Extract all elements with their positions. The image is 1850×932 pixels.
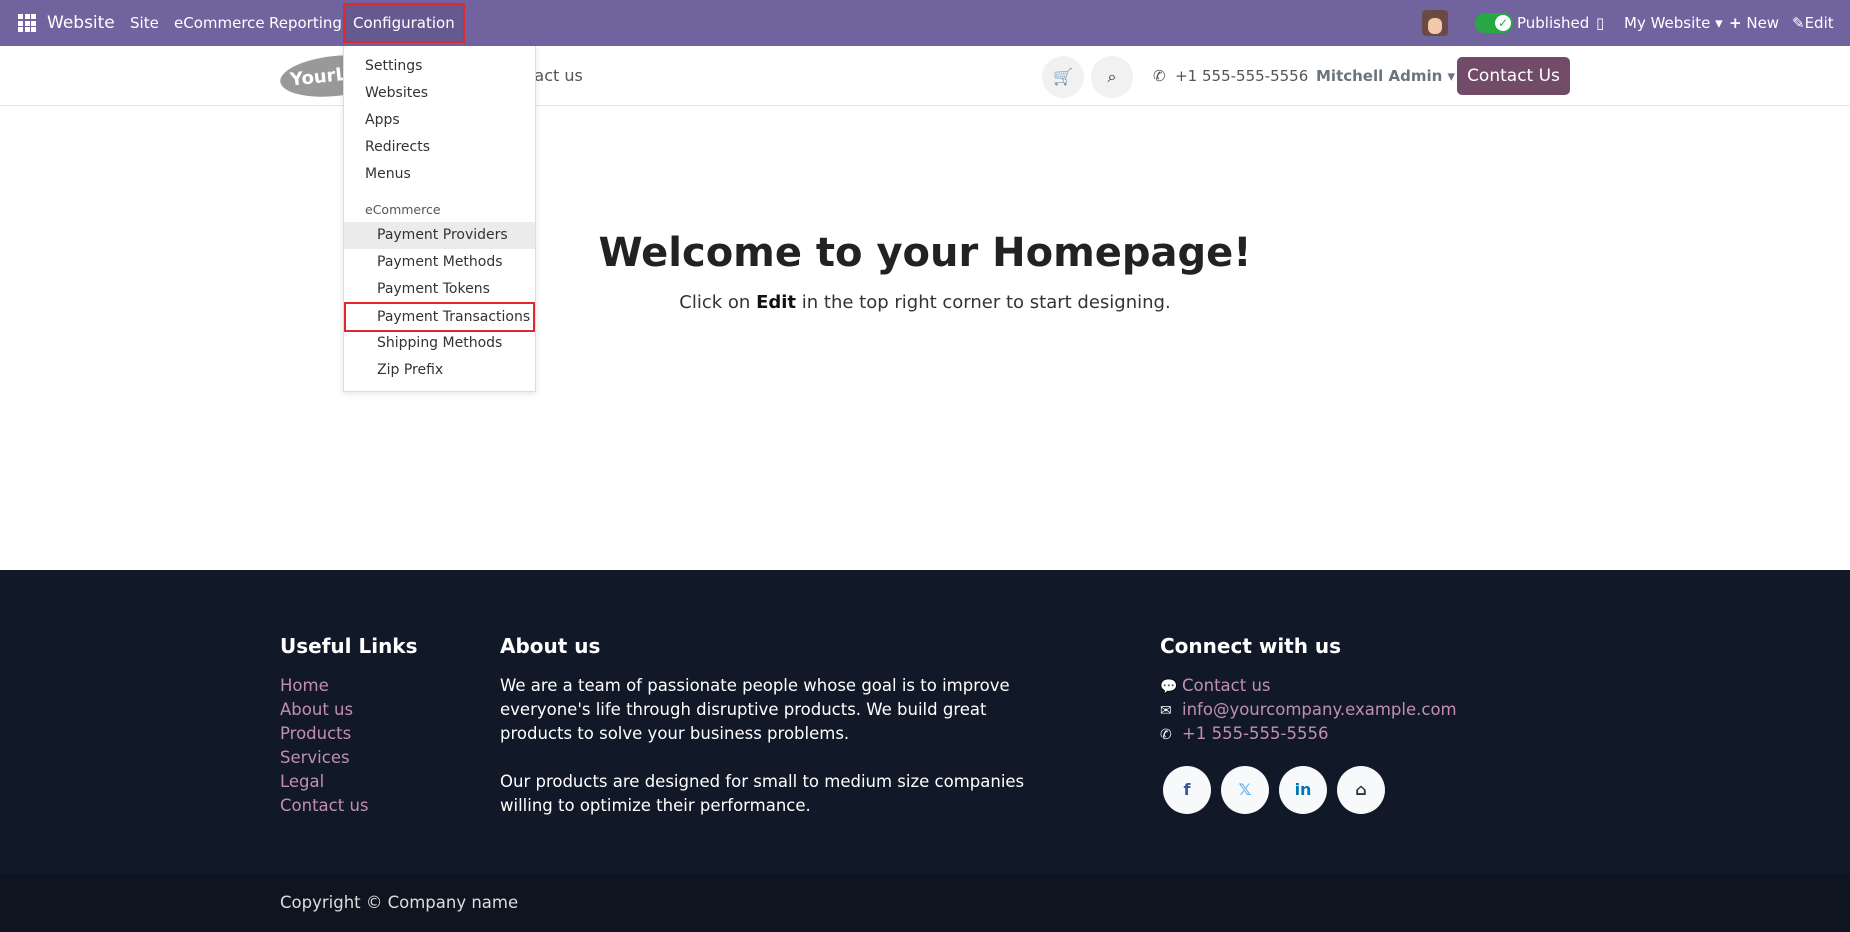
- facebook-icon[interactable]: f: [1163, 766, 1211, 814]
- new-label: New: [1746, 14, 1780, 32]
- user-avatar[interactable]: [1422, 10, 1448, 36]
- footer-link-contact[interactable]: Contact us: [280, 796, 369, 815]
- mobile-preview-icon[interactable]: ▯: [1596, 0, 1604, 46]
- configuration-dropdown: Settings Websites Apps Redirects Menus e…: [343, 46, 536, 392]
- menu-item-payment-providers[interactable]: Payment Providers: [344, 222, 535, 249]
- menu-item-redirects[interactable]: Redirects: [344, 134, 535, 161]
- connect-title: Connect with us: [1160, 634, 1342, 658]
- app-name[interactable]: Website: [47, 0, 115, 46]
- check-icon: ✓: [1495, 15, 1511, 31]
- menu-configuration[interactable]: Configuration: [343, 3, 465, 43]
- site-header: YourLogo ntact us 🛒 ⌕ ✆ +1 555-555-5556 …: [0, 46, 1850, 106]
- phone-text: +1 555-555-5556: [1175, 67, 1309, 85]
- contact-us-button[interactable]: Contact Us: [1457, 57, 1570, 95]
- cart-icon[interactable]: 🛒: [1042, 56, 1084, 98]
- website-switcher[interactable]: My Website ▾: [1624, 0, 1723, 46]
- menu-ecommerce[interactable]: eCommerce: [174, 0, 265, 46]
- envelope-icon: ✉: [1160, 703, 1172, 719]
- footer-link-about[interactable]: About us: [280, 700, 353, 719]
- edit-button[interactable]: ✎Edit: [1792, 0, 1834, 46]
- menu-item-payment-methods[interactable]: Payment Methods: [344, 249, 535, 276]
- footer-email[interactable]: ✉ info@yourcompany.example.com: [1160, 700, 1457, 719]
- user-name: Mitchell Admin: [1316, 67, 1443, 85]
- menu-item-menus[interactable]: Menus: [344, 161, 535, 188]
- section-header-ecommerce: eCommerce: [365, 202, 441, 217]
- home-icon[interactable]: ⌂: [1337, 766, 1385, 814]
- published-label[interactable]: Published: [1517, 0, 1589, 46]
- website-name: My Website: [1624, 14, 1711, 32]
- linkedin-icon[interactable]: in: [1279, 766, 1327, 814]
- footer-contact[interactable]: 💬 Contact us: [1160, 676, 1271, 695]
- page-title: Welcome to your Homepage!: [598, 230, 1252, 276]
- footer-phone[interactable]: ✆ +1 555-555-5556: [1160, 724, 1328, 743]
- x-icon[interactable]: 𝕏: [1221, 766, 1269, 814]
- page-subtitle: Click on Edit in the top right corner to…: [679, 292, 1171, 313]
- footer-link-home[interactable]: Home: [280, 676, 329, 695]
- copyright: Copyright © Company name: [0, 874, 1850, 932]
- search-icon[interactable]: ⌕: [1091, 56, 1133, 98]
- menu-item-payment-tokens[interactable]: Payment Tokens: [344, 276, 535, 303]
- menu-item-settings[interactable]: Settings: [344, 53, 535, 80]
- menu-site[interactable]: Site: [130, 0, 159, 46]
- header-phone[interactable]: ✆ +1 555-555-5556: [1153, 46, 1308, 106]
- about-paragraph-1: We are a team of passionate people whose…: [500, 676, 1010, 743]
- about-paragraph-2: Our products are designed for small to m…: [500, 772, 1025, 815]
- apps-menu-icon[interactable]: [18, 14, 36, 32]
- edit-label: Edit: [1804, 14, 1834, 32]
- useful-links-title: Useful Links: [280, 634, 418, 658]
- phone-icon: ✆: [1160, 727, 1172, 743]
- top-navbar: Website Site eCommerce Reporting Configu…: [0, 0, 1850, 46]
- menu-reporting[interactable]: Reporting: [269, 0, 342, 46]
- menu-item-payment-transactions[interactable]: Payment Transactions: [344, 302, 535, 332]
- footer-link-services[interactable]: Services: [280, 748, 350, 767]
- footer: Useful Links Home About us Products Serv…: [0, 570, 1850, 874]
- published-toggle[interactable]: ✓: [1475, 13, 1513, 33]
- menu-item-zip-prefix[interactable]: Zip Prefix: [344, 357, 535, 384]
- menu-item-apps[interactable]: Apps: [344, 107, 535, 134]
- menu-item-shipping-methods[interactable]: Shipping Methods: [344, 330, 535, 357]
- about-title: About us: [500, 634, 601, 658]
- new-button[interactable]: + New: [1729, 0, 1779, 46]
- menu-item-websites[interactable]: Websites: [344, 80, 535, 107]
- comment-icon: 💬: [1160, 679, 1178, 695]
- footer-link-legal[interactable]: Legal: [280, 772, 324, 791]
- footer-link-products[interactable]: Products: [280, 724, 351, 743]
- user-menu[interactable]: Mitchell Admin ▾: [1316, 46, 1455, 106]
